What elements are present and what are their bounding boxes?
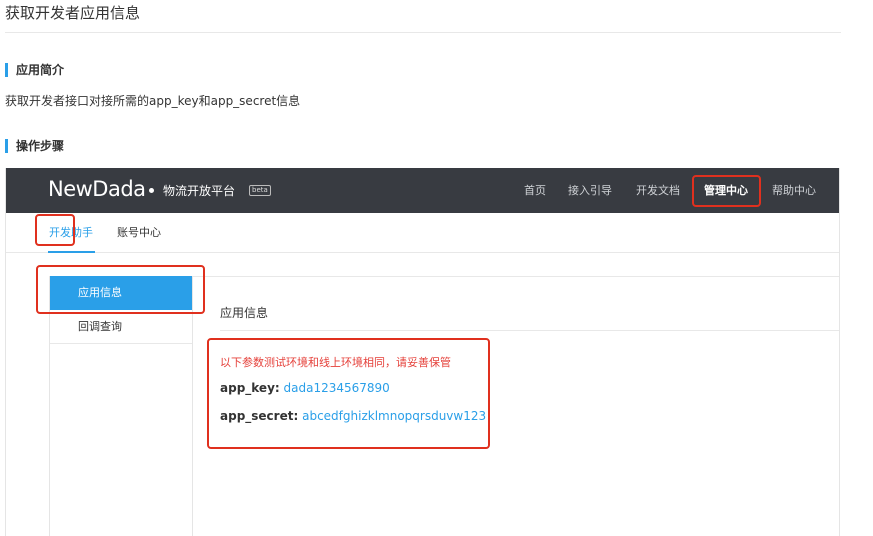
tab-account-center[interactable]: 账号中心 — [117, 224, 161, 240]
section-heading-intro: 应用简介 — [5, 63, 64, 77]
nav-docs[interactable]: 开发文档 — [636, 182, 680, 198]
active-tab-underline — [48, 251, 95, 253]
sidebar-item-callback-query[interactable]: 回调查询 — [50, 310, 192, 344]
portal-screenshot: NewDada 物流开放平台 beta 首页 接入引导 开发文档 管理中心 帮助… — [5, 168, 840, 536]
portal-topbar: NewDada 物流开放平台 beta 首页 接入引导 开发文档 管理中心 帮助… — [6, 168, 839, 213]
beta-badge: beta — [249, 185, 271, 196]
content-top-divider — [193, 276, 839, 277]
highlight-nav-management — [692, 175, 761, 207]
title-divider — [5, 32, 841, 33]
platform-name: 物流开放平台 — [163, 184, 236, 198]
highlight-sidebar-app-info — [36, 265, 205, 314]
page-title: 获取开发者应用信息 — [5, 4, 141, 22]
nav-help[interactable]: 帮助中心 — [772, 182, 816, 198]
highlight-app-info-panel — [207, 338, 490, 449]
nav-guide[interactable]: 接入引导 — [568, 182, 612, 198]
nav-home[interactable]: 首页 — [524, 182, 546, 198]
panel-title: 应用信息 — [220, 306, 269, 320]
highlight-tab-dev-assistant — [35, 214, 75, 246]
portal-logo[interactable]: NewDada — [48, 177, 146, 201]
section-heading-steps: 操作步骤 — [5, 139, 64, 153]
panel-divider — [220, 330, 839, 331]
intro-text: 获取开发者接口对接所需的app_key和app_secret信息 — [5, 94, 301, 108]
portal-sidebar: 应用信息 回调查询 — [49, 276, 193, 536]
logo-dot — [149, 188, 154, 193]
